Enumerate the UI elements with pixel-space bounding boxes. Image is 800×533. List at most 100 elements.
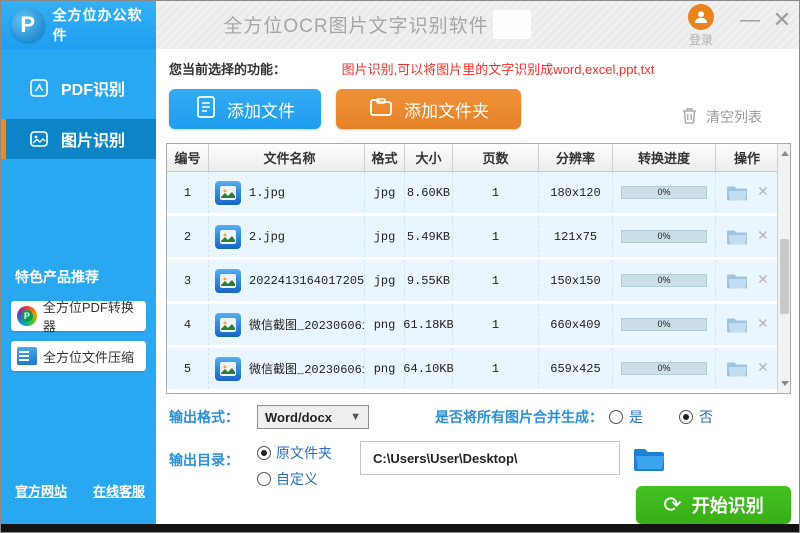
add-file-button[interactable]: 添加文件: [169, 89, 321, 129]
table-row[interactable]: 4 微信截图_2023060610240 png 61.18KB 1 660x4…: [167, 304, 778, 345]
remove-file-button[interactable]: ✕: [758, 360, 768, 377]
cell-no: 2: [167, 216, 209, 257]
open-folder-button[interactable]: [726, 228, 748, 246]
table-row[interactable]: 3 20224131640172057.jpg jpg 9.55KB 1 150…: [167, 260, 778, 301]
header-pages: 页数: [453, 144, 539, 171]
scroll-down-icon[interactable]: [781, 381, 789, 386]
merge-yes-label[interactable]: 是: [629, 407, 643, 427]
cell-actions: ✕: [716, 348, 778, 389]
cell-pages: 1: [453, 172, 539, 213]
filename-text: 微信截图_2023060610254: [249, 363, 364, 377]
remove-file-button[interactable]: ✕: [758, 184, 768, 201]
progress-label: 0%: [657, 275, 671, 285]
clear-list-button[interactable]: 清空列表: [681, 106, 762, 128]
window-bottom-edge: [1, 524, 799, 532]
progress-label: 0%: [657, 319, 671, 329]
titlebar: P 全方位办公软件 全方位OCR图片文字识别软件 登录 — ✕: [1, 1, 799, 49]
sidebar-item-image-ocr[interactable]: 图片识别: [1, 119, 156, 159]
app-window: P 全方位办公软件 全方位OCR图片文字识别软件 登录 — ✕ PDF识别 图片…: [0, 0, 800, 533]
promo-label: 全方位PDF转换器: [42, 300, 134, 334]
merge-no-radio[interactable]: [679, 410, 693, 424]
cell-no: 4: [167, 304, 209, 345]
cell-filename: 微信截图_2023060610240: [209, 304, 365, 345]
table-scrollbar[interactable]: [777, 144, 790, 393]
table-body: 1 1.jpg jpg 8.60KB 1 180x120 0% ✕ 2 2.jp…: [167, 172, 778, 392]
cell-resolution: 150x150: [539, 260, 613, 301]
merge-yes-radio[interactable]: [609, 410, 623, 424]
scrollbar-thumb[interactable]: [780, 239, 789, 314]
table-row[interactable]: 5 微信截图_2023060610254 png 64.10KB 1 659x4…: [167, 348, 778, 389]
progress-bar: 0%: [621, 274, 707, 287]
header-no: 编号: [167, 144, 209, 171]
sidebar-item-label: PDF识别: [61, 82, 126, 99]
cell-pages: 1: [453, 304, 539, 345]
source-folder-radio[interactable]: [257, 446, 271, 460]
add-folder-button[interactable]: 添加文件夹: [336, 89, 521, 129]
remove-file-button[interactable]: ✕: [758, 228, 768, 245]
remove-file-button[interactable]: ✕: [758, 316, 768, 333]
sidebar-item-pdf-ocr[interactable]: PDF识别: [1, 71, 156, 105]
filename-text: 2.jpg: [249, 229, 286, 244]
merge-no-label[interactable]: 否: [699, 407, 713, 427]
official-site-link[interactable]: 官方网站: [15, 481, 67, 500]
output-format-value: Word/docx: [265, 409, 332, 425]
sidebar-links: 官方网站 在线客服: [15, 481, 145, 500]
cell-progress: 0%: [613, 260, 716, 301]
chevron-down-icon: ▼: [350, 411, 361, 423]
online-support-link[interactable]: 在线客服: [93, 481, 145, 500]
cell-resolution: 121x75: [539, 216, 613, 257]
close-button[interactable]: ✕: [769, 9, 795, 31]
pdf-converter-icon: P: [17, 306, 37, 326]
cell-resolution: 180x120: [539, 172, 613, 213]
cell-format: jpg: [365, 260, 405, 301]
remove-file-button[interactable]: ✕: [758, 272, 768, 289]
cell-size: 64.10KB: [403, 348, 454, 389]
open-folder-button[interactable]: [726, 316, 748, 334]
cell-actions: ✕: [716, 172, 778, 213]
custom-folder-label[interactable]: 自定义: [276, 469, 318, 489]
header-resolution: 分辨率: [539, 144, 613, 171]
cell-no: 1: [167, 172, 209, 213]
output-path-input[interactable]: [360, 441, 620, 475]
app-title: 全方位OCR图片文字识别软件: [223, 16, 489, 37]
brand-logo-area: P 全方位办公软件: [1, 1, 156, 49]
output-directory-row: 输出目录： 原文件夹 自定义: [169, 441, 666, 489]
cell-resolution: 660x409: [539, 304, 613, 345]
cell-format: png: [365, 304, 405, 345]
image-thumbnail-icon: [215, 224, 241, 249]
merge-option-group: 是否将所有图片合并生成： 是 否: [435, 407, 713, 427]
start-recognition-button[interactable]: ⟳ 开始识别: [636, 486, 791, 524]
table-row[interactable]: 2 2.jpg jpg 5.49KB 1 121x75 0% ✕: [167, 216, 778, 257]
merge-label: 是否将所有图片合并生成：: [435, 409, 603, 425]
scroll-up-icon[interactable]: [781, 151, 789, 156]
open-folder-button[interactable]: [726, 272, 748, 290]
open-folder-button[interactable]: [726, 360, 748, 378]
table-row[interactable]: 1 1.jpg jpg 8.60KB 1 180x120 0% ✕: [167, 172, 778, 213]
browse-folder-button[interactable]: [632, 441, 666, 473]
cell-no: 3: [167, 260, 209, 301]
minimize-button[interactable]: —: [737, 9, 763, 31]
folder-icon: [368, 95, 394, 124]
cell-filename: 2.jpg: [209, 216, 365, 257]
progress-bar: 0%: [621, 186, 707, 199]
brand-logo-letter: P: [20, 12, 36, 37]
cell-format: png: [365, 348, 405, 389]
filename-text: 20224131640172057.jpg: [249, 273, 364, 288]
promo-heading: 特色产品推荐: [15, 269, 99, 285]
progress-label: 0%: [657, 187, 671, 197]
open-folder-button[interactable]: [726, 184, 748, 202]
image-thumbnail-icon: [215, 356, 241, 381]
promo-pdf-converter-button[interactable]: P 全方位PDF转换器: [11, 300, 146, 334]
custom-folder-radio[interactable]: [257, 472, 271, 486]
filename-text: 1.jpg: [249, 185, 286, 200]
cell-filename: 微信截图_2023060610254: [209, 348, 365, 389]
document-icon: [195, 95, 217, 124]
output-format-select[interactable]: Word/docx ▼: [257, 405, 369, 429]
progress-bar: 0%: [621, 362, 707, 375]
add-file-label: 添加文件: [227, 101, 295, 121]
promo-file-compress-button[interactable]: 全方位文件压缩: [11, 341, 146, 371]
login-button[interactable]: 登录: [677, 4, 725, 48]
add-folder-label: 添加文件夹: [404, 101, 489, 121]
source-folder-label[interactable]: 原文件夹: [276, 443, 332, 463]
header-size: 大小: [405, 144, 453, 171]
